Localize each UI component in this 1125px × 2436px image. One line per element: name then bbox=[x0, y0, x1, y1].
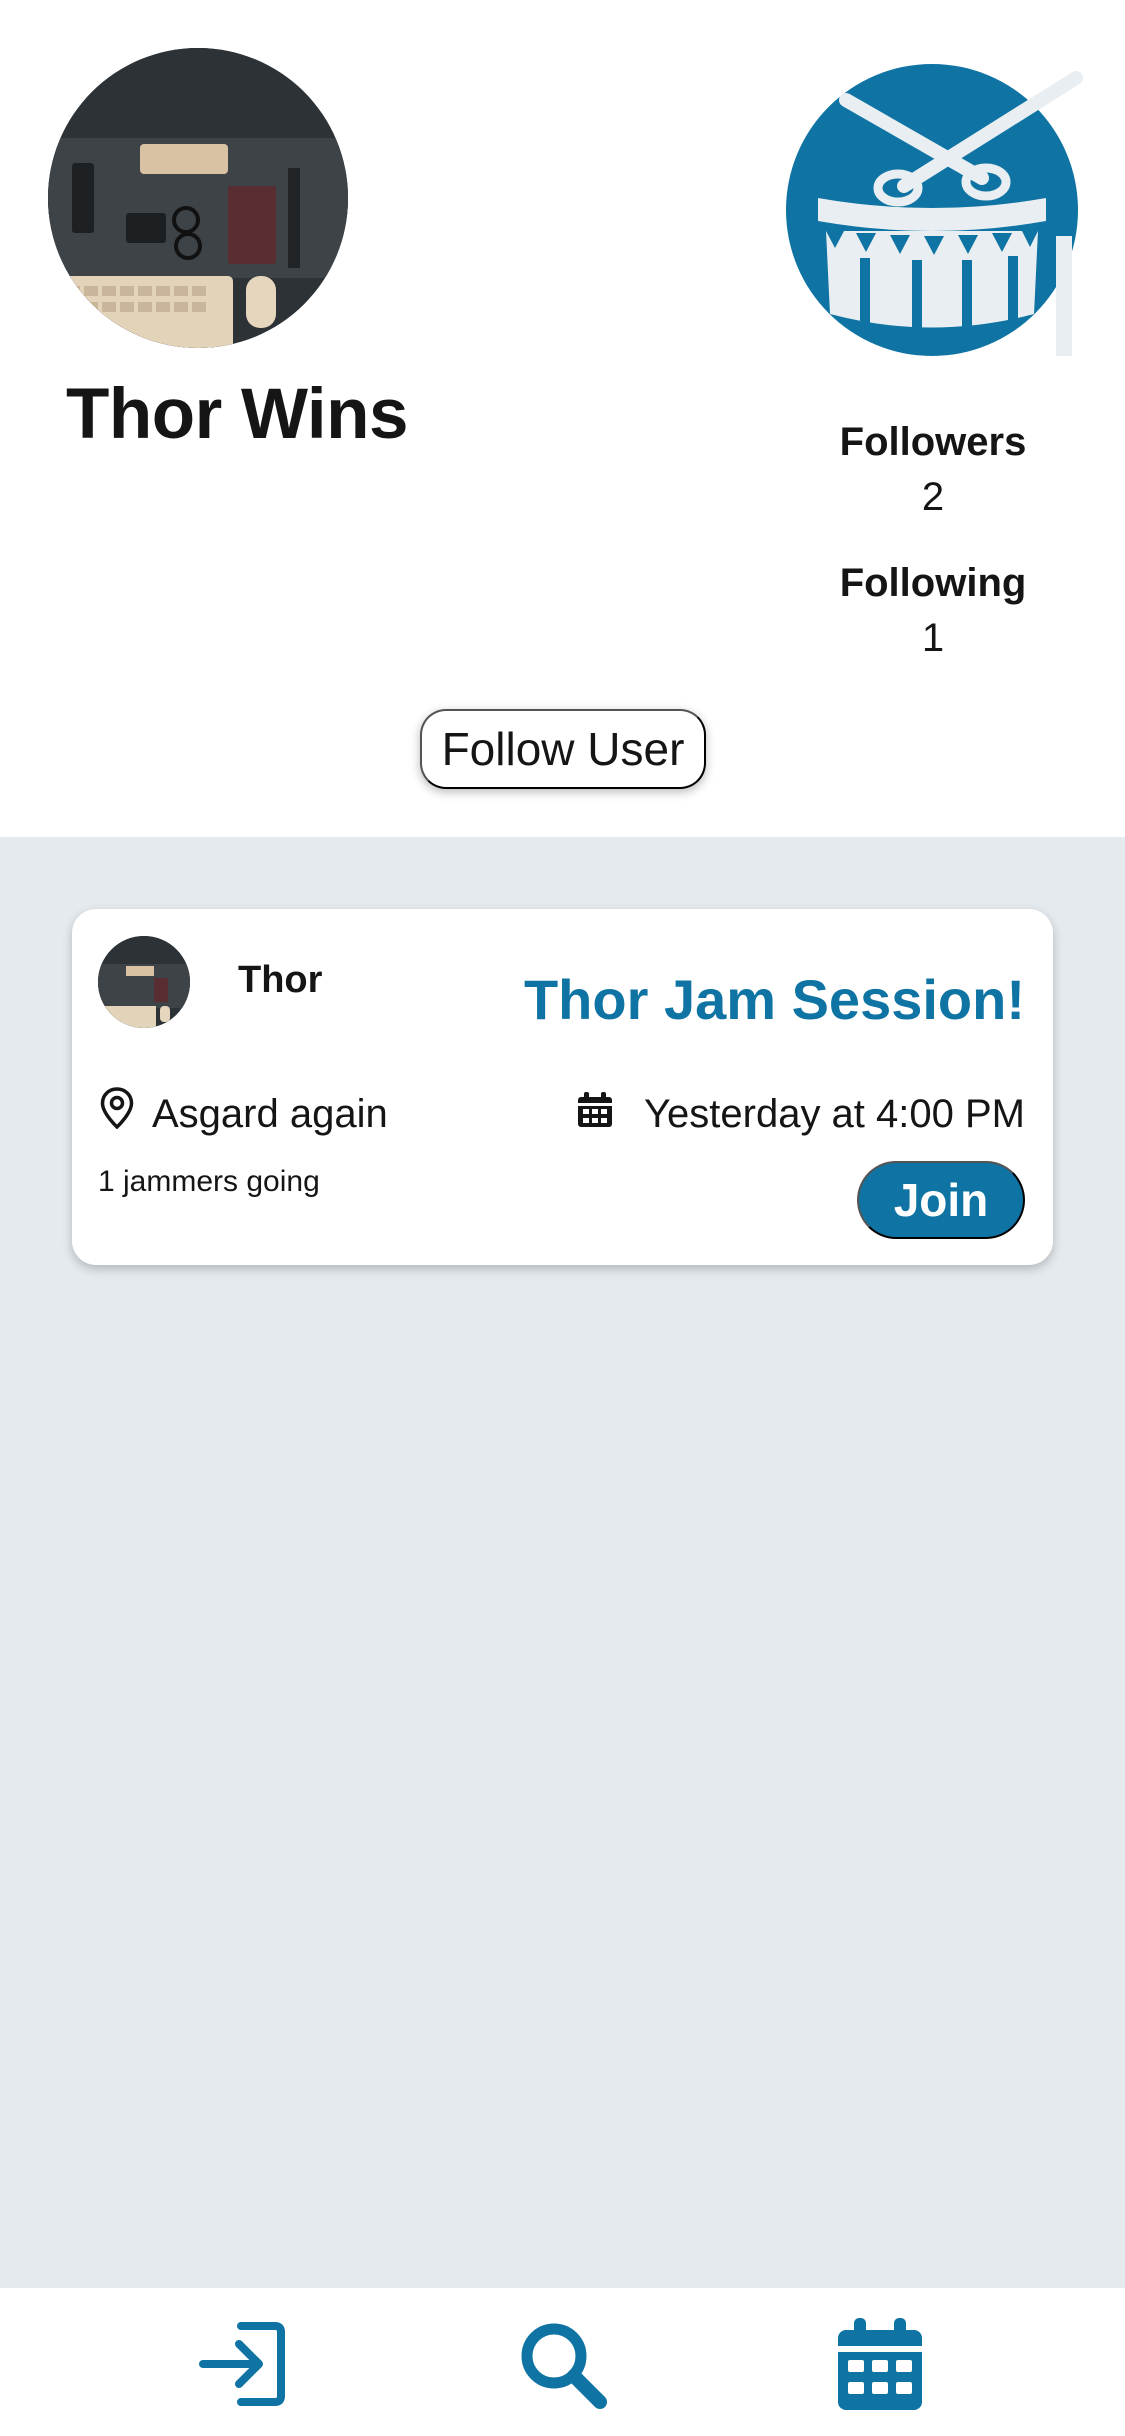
calendar-icon bbox=[838, 2318, 922, 2410]
calendar-icon bbox=[576, 1091, 614, 1129]
event-location: Asgard again bbox=[152, 1092, 388, 1136]
event-date: Yesterday at 4:00 PM bbox=[644, 1092, 1025, 1136]
calendar-tab[interactable] bbox=[830, 2314, 930, 2414]
followers-label: Followers bbox=[839, 420, 1027, 464]
following-label: Following bbox=[839, 561, 1027, 605]
following-count: 1 bbox=[921, 616, 945, 660]
profile-name: Thor Wins bbox=[66, 375, 408, 454]
drum-icon bbox=[786, 46, 1086, 376]
search-tab[interactable] bbox=[512, 2314, 612, 2414]
location-pin-icon bbox=[100, 1087, 134, 1130]
search-icon bbox=[521, 2323, 607, 2409]
profile-header: Thor Wins Followers 2 Following 1 Follow… bbox=[0, 0, 1125, 837]
host-name[interactable]: Thor bbox=[238, 959, 322, 1002]
login-tab[interactable] bbox=[193, 2314, 293, 2414]
attendees-count: 1 jammers going bbox=[98, 1165, 320, 1198]
followers-count: 2 bbox=[921, 475, 945, 519]
login-icon bbox=[199, 2322, 285, 2406]
bottom-tab-bar bbox=[0, 2288, 1125, 2436]
profile-avatar bbox=[48, 48, 348, 348]
event-title[interactable]: Thor Jam Session! bbox=[524, 967, 1025, 1032]
host-avatar[interactable] bbox=[98, 936, 190, 1028]
follow-user-button[interactable]: Follow User bbox=[420, 709, 706, 789]
event-card[interactable]: Thor Thor Jam Session! Asgard again Yest… bbox=[72, 909, 1053, 1265]
join-button[interactable]: Join bbox=[857, 1161, 1025, 1239]
